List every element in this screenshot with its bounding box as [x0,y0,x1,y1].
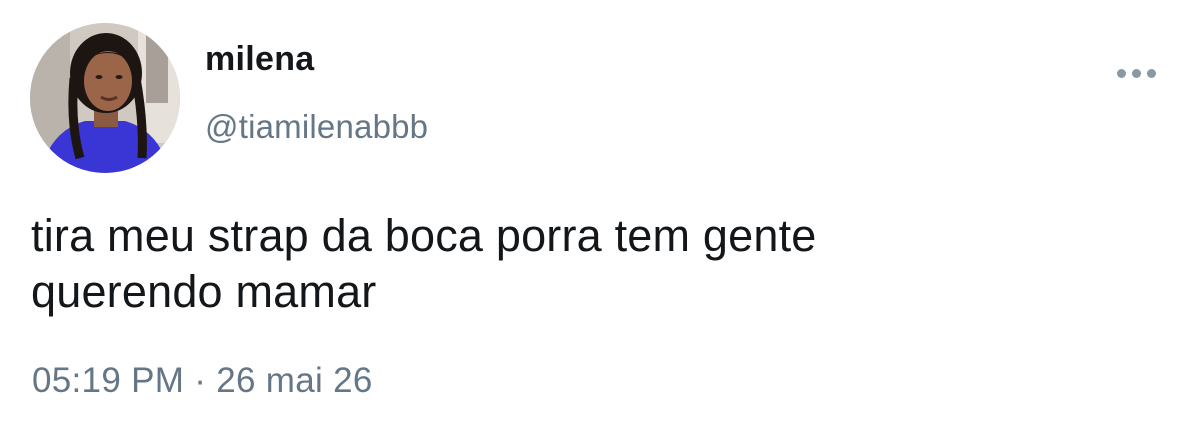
avatar-photo [30,23,180,173]
more-options-button[interactable] [1112,56,1162,90]
tweet-timestamp[interactable]: 05:19 PM · 26 mai 26 [32,361,373,401]
display-name[interactable]: milena [205,40,315,79]
more-dot [1132,69,1141,78]
more-dot [1117,69,1126,78]
user-handle[interactable]: @tiamilenabbb [205,108,428,146]
tweet-text-line: tira meu strap da boca porra tem gente [31,210,817,261]
more-dot [1147,69,1156,78]
tweet-card: milena @tiamilenabbb tira meu strap da b… [0,0,1200,438]
tweet-text-line: querendo mamar [31,266,377,317]
tweet-text: tira meu strap da boca porra tem gente q… [31,208,1161,320]
avatar[interactable] [30,23,180,173]
